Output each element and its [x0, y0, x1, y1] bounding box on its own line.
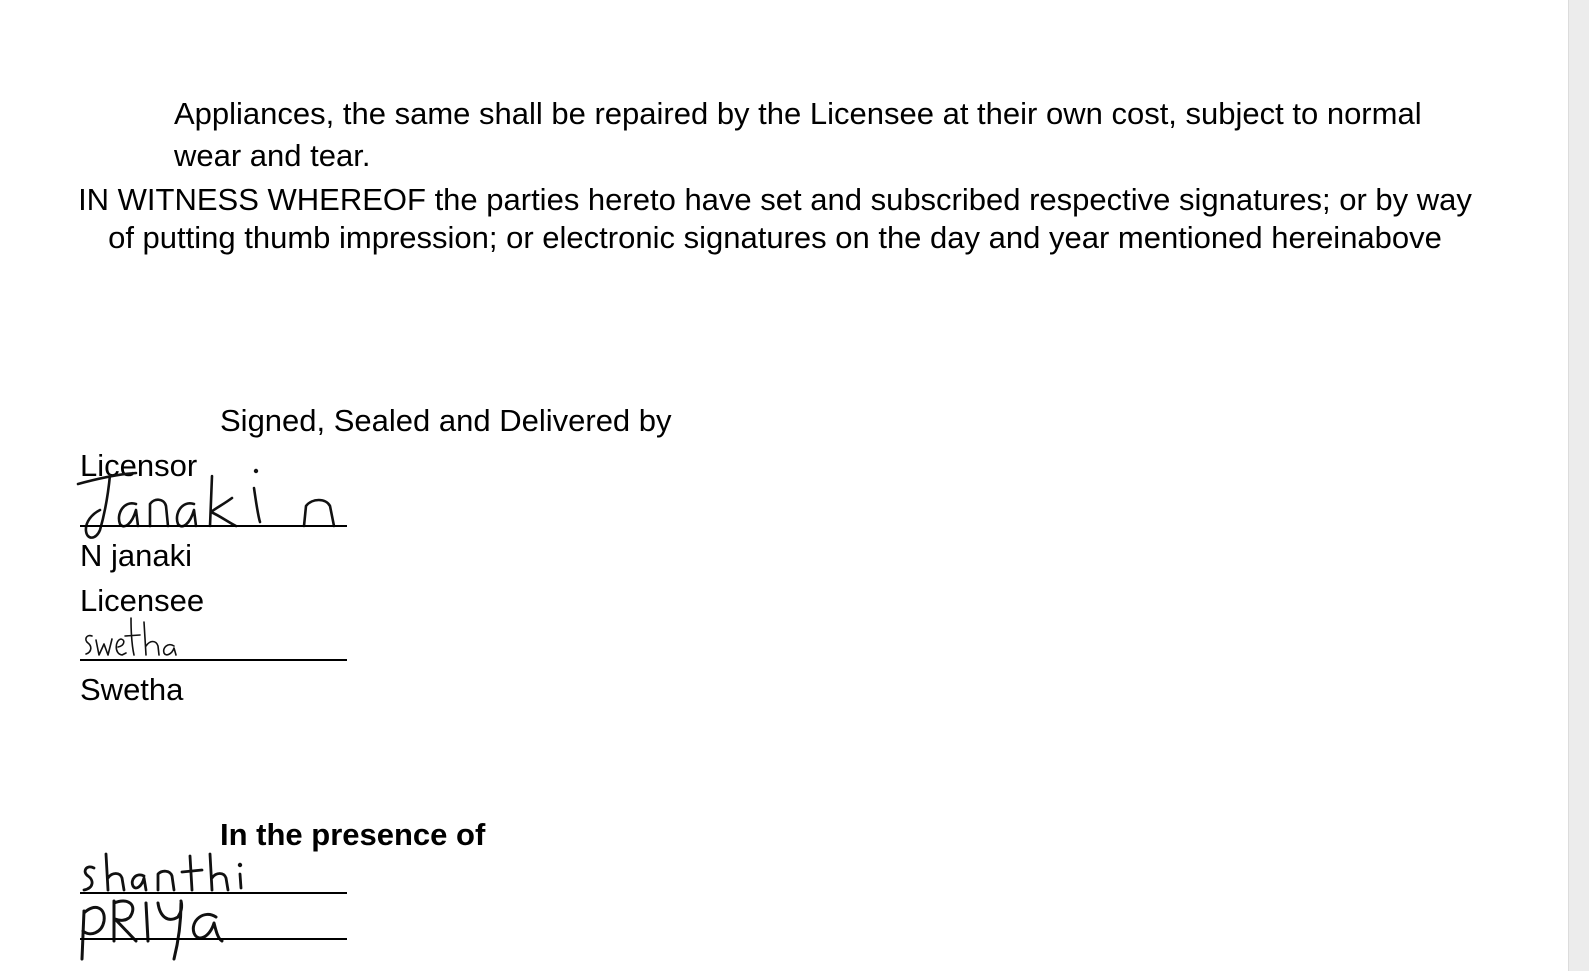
- page-margin-gutter: [1568, 0, 1589, 971]
- witness-signature-line-2: [80, 938, 347, 940]
- continued-clause: Appliances, the same shall be repaired b…: [174, 96, 1422, 173]
- licensor-signature: [76, 468, 336, 539]
- licensor-signature-line: [80, 525, 347, 527]
- witnesses-heading: In the presence of: [220, 817, 486, 852]
- witness-signature-2: [80, 899, 224, 961]
- witness-clause: IN WITNESS WHEREOF the parties hereto ha…: [78, 182, 1472, 255]
- document-page: Appliances, the same shall be repaired b…: [0, 0, 1568, 971]
- licensor-name: N janaki: [80, 538, 192, 573]
- witness-signature-1: [82, 852, 243, 892]
- licensee-signature: [85, 617, 177, 656]
- licensee-signature-line: [80, 659, 347, 661]
- licensee-name: Swetha: [80, 672, 184, 707]
- signing-heading: Signed, Sealed and Delivered by: [220, 403, 672, 438]
